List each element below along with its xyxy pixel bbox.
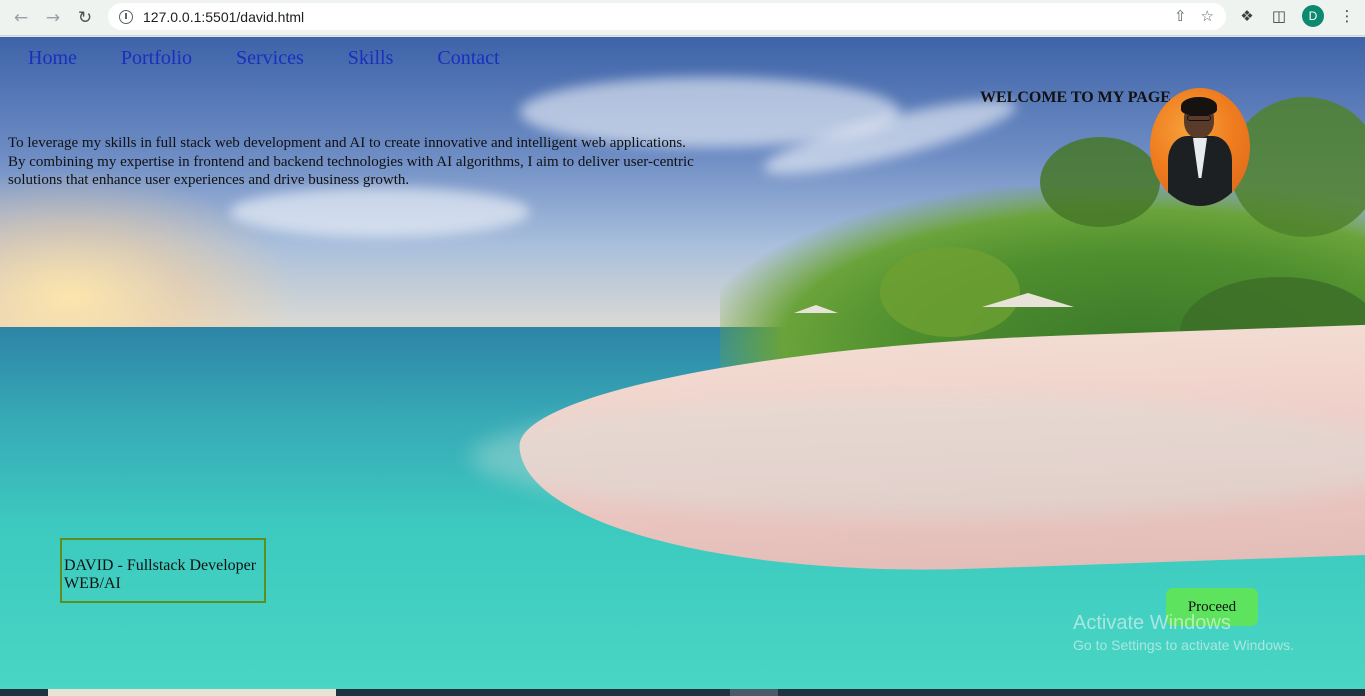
- name-title: DAVID - Fullstack Developer: [64, 557, 257, 574]
- share-icon[interactable]: ⇧: [1174, 7, 1187, 25]
- main-nav: Home Portfolio Services Skills Contact: [28, 47, 544, 69]
- star-icon[interactable]: ☆: [1201, 7, 1214, 25]
- url-text[interactable]: 127.0.0.1:5501/david.html: [143, 9, 304, 25]
- name-title-box: DAVID - Fullstack Developer WEB/AI: [60, 538, 266, 603]
- nav-services[interactable]: Services: [236, 47, 304, 69]
- watermark-title: Activate Windows: [1073, 612, 1231, 634]
- nav-portfolio[interactable]: Portfolio: [121, 47, 192, 69]
- umbrella: [982, 293, 1074, 307]
- extensions-icon[interactable]: ❖: [1238, 7, 1256, 25]
- palm-tree: [1040, 137, 1160, 227]
- page-viewport: Home Portfolio Services Skills Contact W…: [0, 37, 1365, 689]
- info-icon[interactable]: [119, 9, 133, 24]
- mission-line: By combining my expertise in frontend an…: [8, 153, 694, 170]
- nav-skills[interactable]: Skills: [348, 47, 394, 69]
- palm-tree: [880, 247, 1020, 337]
- profile-avatar[interactable]: D: [1302, 5, 1324, 27]
- mission-statement: To leverage my skills in full stack web …: [8, 134, 768, 190]
- mission-line: To leverage my skills in full stack web …: [8, 135, 686, 151]
- reload-icon[interactable]: ↻: [73, 6, 97, 30]
- cloud: [230, 187, 530, 237]
- menu-icon[interactable]: ⋮: [1338, 7, 1356, 25]
- taskbar: [0, 689, 1365, 696]
- umbrella: [794, 305, 838, 313]
- nav-contact[interactable]: Contact: [437, 47, 499, 69]
- side-panel-icon[interactable]: ◫: [1270, 7, 1288, 25]
- taskbar-active-app[interactable]: [730, 689, 778, 696]
- activate-windows-watermark: Activate Windows Go to Settings to activ…: [1073, 612, 1294, 653]
- profile-photo: [1150, 88, 1250, 206]
- forward-icon[interactable]: →: [41, 6, 65, 30]
- nav-home[interactable]: Home: [28, 47, 77, 69]
- browser-toolbar: ← → ↻ 127.0.0.1:5501/david.html ⇧ ☆ ❖ ◫ …: [0, 0, 1365, 36]
- address-bar[interactable]: 127.0.0.1:5501/david.html ⇧ ☆: [108, 3, 1226, 30]
- welcome-heading: WELCOME TO MY PAGE: [980, 89, 1171, 106]
- role-title: WEB/AI: [64, 575, 121, 592]
- taskbar-app[interactable]: [48, 689, 336, 696]
- watermark-subtitle: Go to Settings to activate Windows.: [1073, 637, 1294, 653]
- mission-line: solutions that enhance user experiences …: [8, 172, 410, 188]
- back-icon[interactable]: ←: [9, 6, 33, 30]
